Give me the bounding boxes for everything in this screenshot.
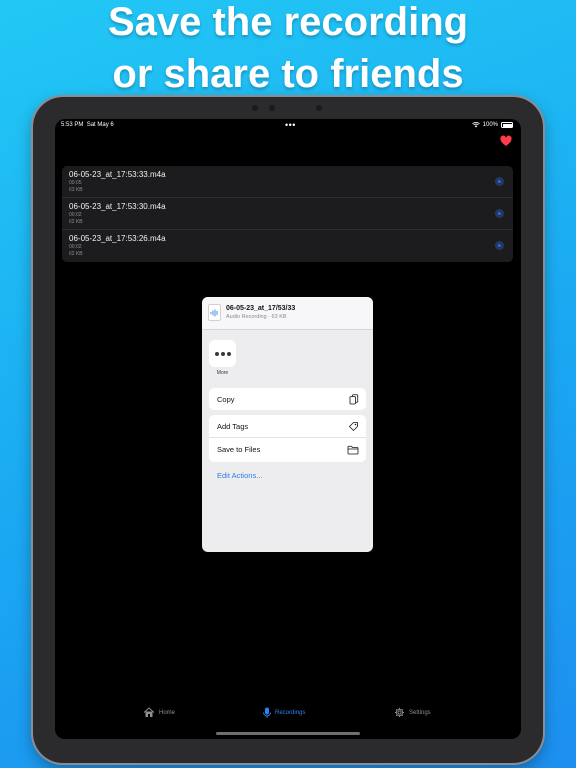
recording-row[interactable]: 06-05-23_at_17:53:26.m4a 00:02 62 KB [62,230,513,262]
tab-settings-label: Settings [409,709,431,716]
recording-name: 06-05-23_at_17:53:33.m4a [69,170,166,179]
save-to-files-action[interactable]: Save to Files [209,437,366,461]
ipad-frame: 5:53 PM Sat May 6 ••• 100% 06-05-23_at_1… [33,97,543,763]
battery-percent: 100% [482,122,498,128]
add-tags-action[interactable]: Add Tags [209,415,366,437]
wifi-icon [471,122,480,128]
home-indicator[interactable] [216,732,360,735]
recording-size: 62 KB [69,250,83,257]
tab-home[interactable]: Home [143,707,175,718]
favorite-heart-icon[interactable] [500,135,512,147]
play-icon [498,180,501,183]
headline-line-2: or share to friends [112,52,464,96]
recording-row[interactable]: 06-05-23_at_17:53:33.m4a 00:05 63 KB [62,166,513,198]
copy-action[interactable]: Copy [209,388,366,410]
dot [214,351,219,356]
status-time-date: 5:53 PM Sat May 6 [61,122,114,128]
more-button[interactable] [209,340,236,367]
copy-label: Copy [217,394,235,404]
more-label: More [216,370,229,376]
play-button[interactable] [495,241,504,250]
play-button[interactable] [495,209,504,218]
play-icon [498,244,501,247]
app-screen: 5:53 PM Sat May 6 ••• 100% 06-05-23_at_1… [55,119,521,739]
headline-line-1: Save the recording [107,0,469,44]
tab-recordings-label: Recordings [275,710,306,716]
front-camera [269,105,275,111]
action-group-file: Add Tags Save to Files [209,415,366,462]
gear-icon [394,707,405,718]
sensor-dot [316,105,322,111]
multitasking-dots[interactable]: ••• [285,120,296,130]
battery-icon [501,122,513,128]
status-bar: 5:53 PM Sat May 6 ••• 100% [61,120,513,132]
recordings-list: 06-05-23_at_17:53:33.m4a 00:05 63 KB 06-… [62,166,513,262]
audio-file-icon [208,304,221,321]
recording-name: 06-05-23_at_17:53:26.m4a [69,234,166,243]
waveform-icon [210,309,218,316]
edit-actions-link[interactable]: Edit Actions... [217,471,262,480]
tab-bar: Home Recordings Settings [55,697,521,739]
copy-icon [349,393,359,404]
tab-settings[interactable]: Settings [394,707,431,718]
recording-size: 63 KB [69,186,83,193]
share-file-title: 06-05-23_at_17/53/33 [226,305,296,312]
status-right: 100% [471,122,513,128]
share-file-subtitle: Audio Recording · 63 KB [226,314,287,320]
share-sheet-header: 06-05-23_at_17/53/33 Audio Recording · 6… [202,297,373,330]
play-icon [498,212,501,215]
recording-size: 62 KB [69,218,83,225]
save-to-files-label: Save to Files [217,445,261,454]
tag-icon [349,421,358,431]
tab-recordings[interactable]: Recordings [263,707,305,719]
tab-home-label: Home [159,709,176,716]
add-tags-label: Add Tags [217,421,249,431]
action-group-copy: Copy [209,388,366,410]
share-sheet: 06-05-23_at_17/53/33 Audio Recording · 6… [202,297,373,552]
dot [220,351,225,356]
microphone-icon [263,707,271,718]
folder-icon [347,445,359,454]
dot [226,351,231,356]
sensor-dot [252,105,258,111]
play-button[interactable] [495,177,504,186]
recording-row[interactable]: 06-05-23_at_17:53:30.m4a 00:02 62 KB [62,198,513,230]
recording-name: 06-05-23_at_17:53:30.m4a [69,202,166,211]
house-icon [143,707,155,717]
